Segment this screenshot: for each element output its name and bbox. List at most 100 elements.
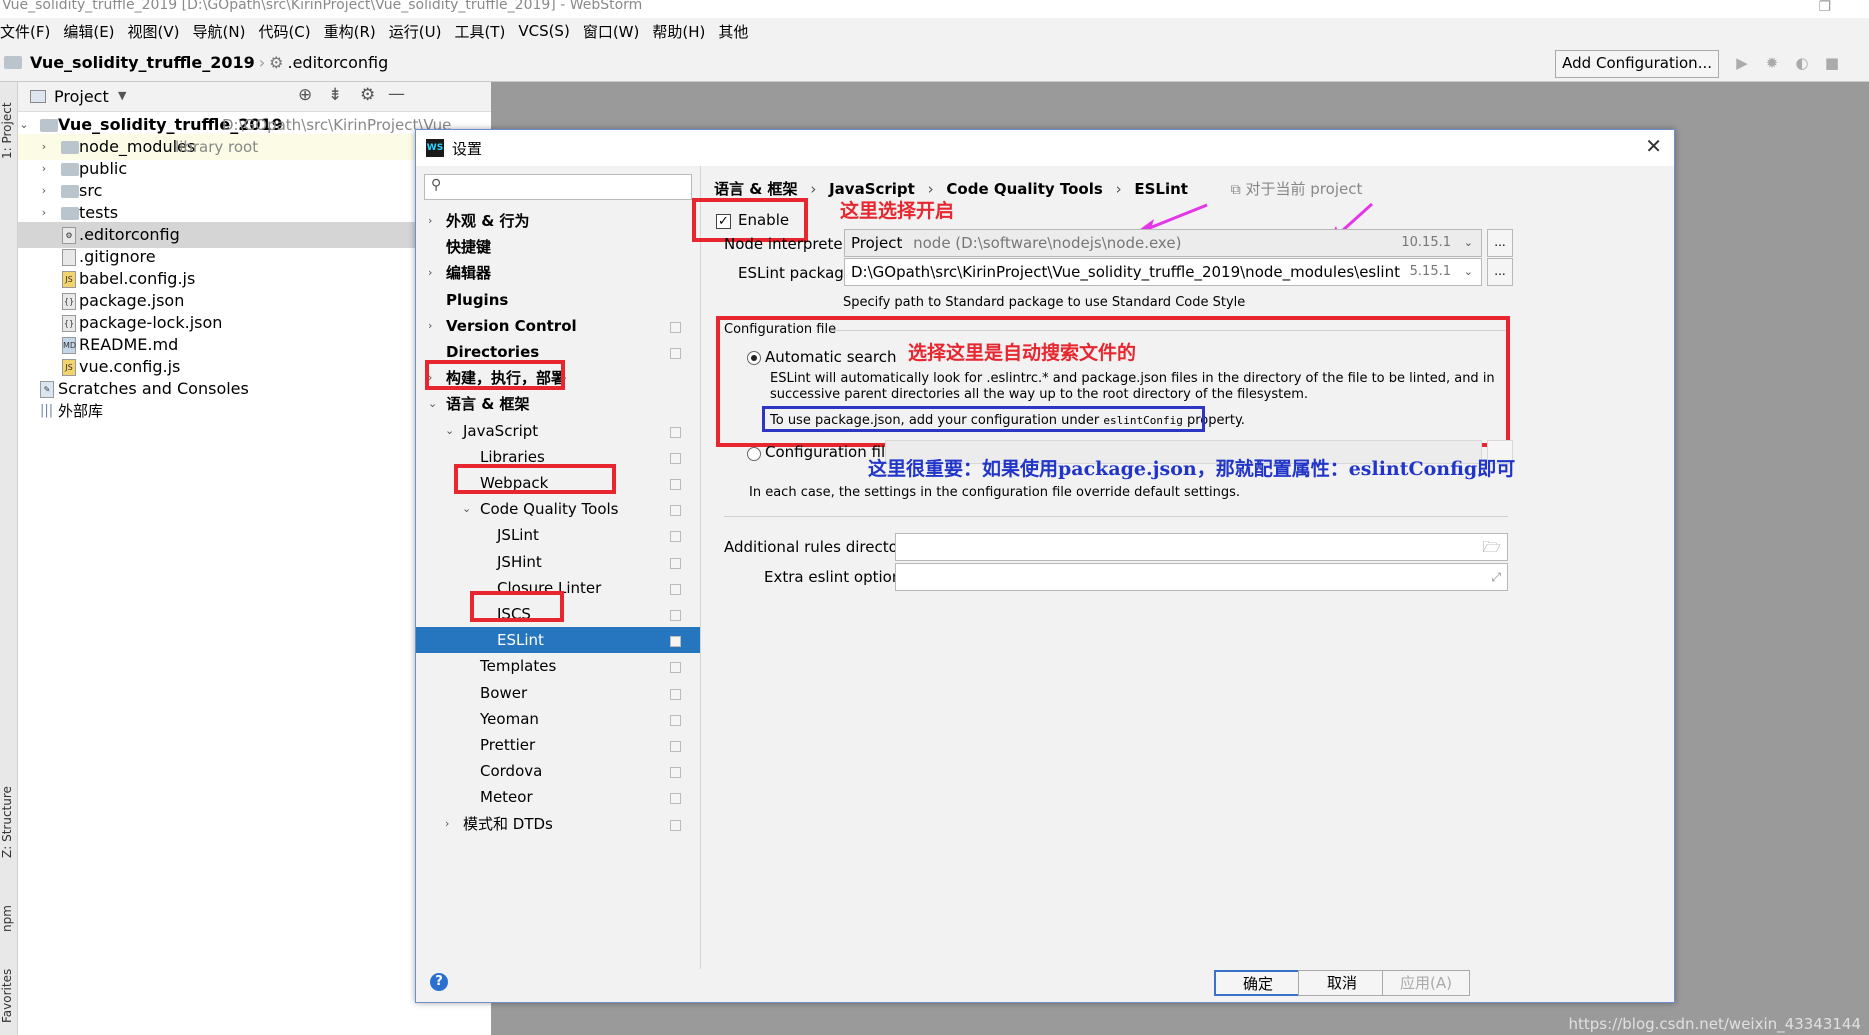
chevron-down-icon[interactable]: ⌄ xyxy=(462,496,471,522)
expand-icon[interactable]: ⤢ xyxy=(1491,564,1501,590)
chevron-down-icon[interactable]: ⌄ xyxy=(1464,259,1473,285)
node-interpreter-select[interactable]: Project node (D:\software\nodejs\node.ex… xyxy=(844,229,1482,257)
chevron-down-icon[interactable]: ⌄ xyxy=(1464,230,1473,256)
settings-tree-item[interactable]: Prettier xyxy=(416,732,700,758)
browse-eslint-button[interactable]: ... xyxy=(1487,258,1513,286)
settings-tree-label: ESLint xyxy=(497,631,544,650)
favorites-tool-tab[interactable]: Favorites xyxy=(0,957,18,1035)
settings-tree-item[interactable]: 快捷键 xyxy=(416,234,700,260)
config-file-icon: ⚙ xyxy=(62,227,76,244)
chevron-right-icon[interactable]: › xyxy=(428,208,432,234)
settings-tree-item[interactable]: ⌄ Code Quality Tools xyxy=(416,496,700,522)
settings-tree-item[interactable]: Bower xyxy=(416,680,700,706)
project-scope-icon xyxy=(670,531,681,543)
restore-icon[interactable]: ❐ xyxy=(1818,0,1831,14)
configuration-file-radio[interactable] xyxy=(747,447,761,461)
node-interpreter-label: Node interpreter: xyxy=(724,235,854,253)
menu-edit[interactable]: 编辑(E) xyxy=(63,21,114,42)
menu-other[interactable]: 其他 xyxy=(718,21,748,42)
settings-tree-item[interactable]: ⌄ 语言 & 框架 xyxy=(416,391,700,417)
menu-view[interactable]: 视图(V) xyxy=(128,21,180,42)
menu-run[interactable]: 运行(U) xyxy=(389,21,442,42)
project-scope-icon xyxy=(670,479,681,490)
menu-refactor[interactable]: 重构(R) xyxy=(324,21,376,42)
node-interpreter-value: node (D:\software\nodejs\node.exe) xyxy=(913,234,1182,252)
eslint-package-label: ESLint package: xyxy=(738,264,859,282)
menu-vcs[interactable]: VCS(S) xyxy=(518,22,569,40)
settings-tree-label: 模式和 DTDs xyxy=(463,814,553,833)
additional-rules-input[interactable]: 🗁 xyxy=(895,533,1508,561)
extra-options-label: Extra eslint options: xyxy=(764,568,915,586)
extra-options-input[interactable]: ⤢ xyxy=(895,563,1508,591)
settings-tree-item[interactable]: › Version Control xyxy=(416,313,700,339)
collapse-icon[interactable]: ⇟ xyxy=(328,85,342,105)
navigation-bar: Vue_solidity_truffle_2019 › ⚙ .editorcon… xyxy=(0,44,1869,82)
settings-tree-item[interactable]: › 外观 & 行为 xyxy=(416,208,700,234)
scratches-icon: ✎ xyxy=(40,381,54,398)
menu-tools[interactable]: 工具(T) xyxy=(454,21,505,42)
project-scope-icon xyxy=(670,426,681,438)
settings-tree-label: Bower xyxy=(480,683,528,702)
tree-item-label: 外部库 xyxy=(58,402,104,420)
chevron-right-icon[interactable]: › xyxy=(428,260,432,286)
gear-icon[interactable]: ⚙ xyxy=(360,85,375,105)
search-icon: ⚲ xyxy=(431,177,442,193)
stop-icon[interactable]: ■ xyxy=(1823,54,1841,72)
project-scope-icon xyxy=(670,819,681,831)
menu-file[interactable]: 文件(F) xyxy=(0,21,50,42)
cancel-button[interactable]: 取消 xyxy=(1298,970,1386,996)
menu-window[interactable]: 窗口(W) xyxy=(583,21,640,42)
config-file-icon: ⚙ xyxy=(269,53,284,72)
folder-open-icon[interactable]: 🗁 xyxy=(1482,534,1501,560)
add-configuration-button[interactable]: Add Configuration... xyxy=(1555,50,1719,78)
settings-tree-item[interactable]: JSHint xyxy=(416,549,700,575)
settings-tree-item[interactable]: › 编辑器 xyxy=(416,260,700,286)
settings-tree-item[interactable]: Yeoman xyxy=(416,706,700,732)
project-scope-icon xyxy=(670,348,681,359)
debug-icon[interactable]: ✹ xyxy=(1763,54,1781,72)
settings-tree-item[interactable]: Cordova xyxy=(416,758,700,784)
npm-tool-tab[interactable]: npm xyxy=(0,894,18,944)
close-icon[interactable]: ✕ xyxy=(1645,134,1662,158)
settings-tree-label: Yeoman xyxy=(480,709,539,728)
settings-tree-item[interactable]: Meteor xyxy=(416,784,700,810)
chevron-down-icon[interactable]: ▼ xyxy=(118,89,126,102)
node-interpreter-prefix: Project xyxy=(851,234,903,252)
settings-tree-item[interactable]: Templates xyxy=(416,653,700,679)
run-icon[interactable]: ▶ xyxy=(1733,54,1751,72)
node-version: 10.15.1 xyxy=(1401,235,1451,250)
coverage-icon[interactable]: ◐ xyxy=(1793,54,1811,72)
project-scope-icon xyxy=(670,767,681,779)
structure-tool-tab[interactable]: Z: Structure xyxy=(0,772,18,872)
menu-navigate[interactable]: 导航(N) xyxy=(193,21,246,42)
breadcrumb-project[interactable]: Vue_solidity_truffle_2019 xyxy=(30,53,255,72)
settings-tree-item[interactable]: Plugins xyxy=(416,287,700,313)
browse-node-button[interactable]: ... xyxy=(1487,229,1513,257)
chevron-down-icon[interactable]: ⌄ xyxy=(428,391,437,417)
menu-help[interactable]: 帮助(H) xyxy=(652,21,705,42)
settings-tree-item[interactable]: › 模式和 DTDs xyxy=(416,811,700,837)
chevron-down-icon[interactable]: ⌄ xyxy=(445,418,454,444)
project-scope-icon xyxy=(670,741,681,752)
chevron-right-icon[interactable]: › xyxy=(445,811,449,837)
additional-rules-label: Additional rules directory: xyxy=(724,538,917,556)
project-scope-icon xyxy=(670,662,681,674)
apply-button[interactable]: 应用(A) xyxy=(1382,970,1470,996)
help-icon[interactable]: ? xyxy=(430,973,448,991)
settings-tree-item[interactable]: JSLint xyxy=(416,522,700,548)
project-tool-tab[interactable]: 1: Project xyxy=(0,88,18,174)
breadcrumb-file[interactable]: .editorconfig xyxy=(287,53,388,72)
settings-search-input[interactable]: ⚲ xyxy=(424,174,692,200)
settings-tree-item[interactable]: ⌄ JavaScript xyxy=(416,418,700,444)
project-view-selector[interactable]: Project xyxy=(54,87,109,106)
json-file-icon: {} xyxy=(62,315,76,332)
settings-tree-label: JavaScript xyxy=(463,421,539,440)
ok-button[interactable]: 确定 xyxy=(1214,970,1302,996)
chevron-right-icon[interactable]: › xyxy=(428,313,432,339)
menu-code[interactable]: 代码(C) xyxy=(258,21,310,42)
settings-tree-item[interactable]: ESLint xyxy=(416,627,700,654)
minimize-icon[interactable]: — xyxy=(388,84,405,104)
eslint-package-select[interactable]: D:\GOpath\src\KirinProject\Vue_solidity_… xyxy=(844,258,1482,286)
locate-icon[interactable]: ⊕ xyxy=(298,85,312,105)
folder-icon xyxy=(61,207,79,220)
